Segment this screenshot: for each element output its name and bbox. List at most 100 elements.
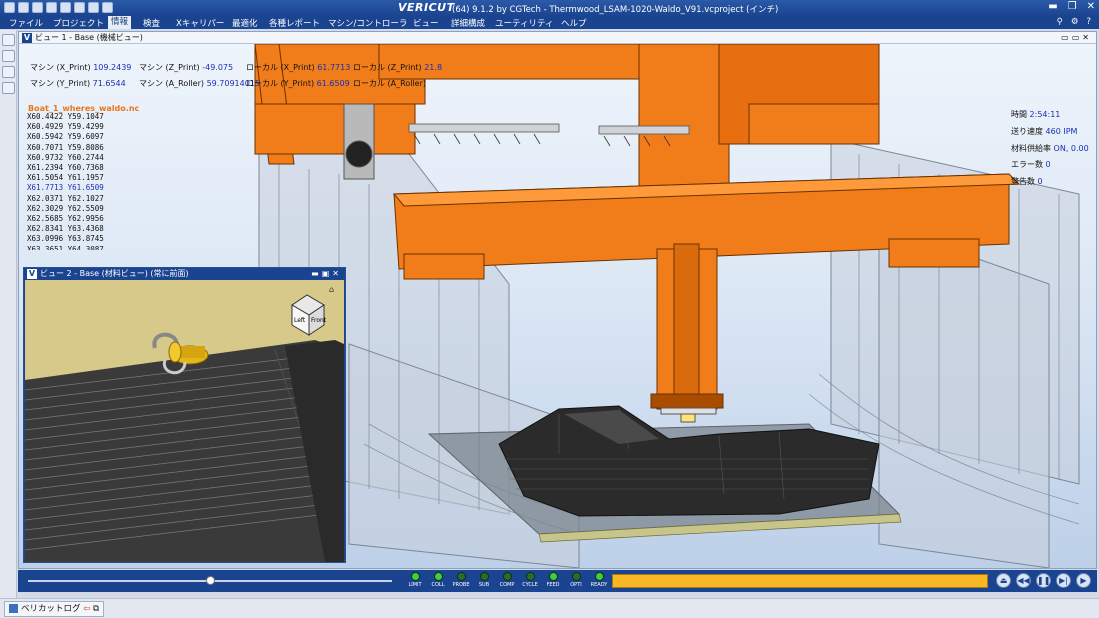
readout-x-print-label: マシン (X_Print) bbox=[30, 63, 91, 72]
led-indicator-icon bbox=[594, 572, 604, 581]
vericut-log-label: ベリカットログ bbox=[21, 604, 81, 614]
layout-icon[interactable] bbox=[60, 2, 71, 13]
app-brand: VERICUT bbox=[398, 1, 455, 14]
layers-icon[interactable] bbox=[2, 50, 15, 62]
help-icon[interactable]: ? bbox=[1086, 17, 1091, 27]
menu-view[interactable]: ビュー bbox=[410, 17, 442, 29]
nc-line[interactable]: X60.7071 Y59.8086 bbox=[25, 143, 104, 153]
info-icon[interactable] bbox=[46, 2, 57, 13]
led-ready[interactable]: READY bbox=[590, 572, 608, 588]
menu-utility[interactable]: ユーティリティ bbox=[492, 17, 556, 29]
gear-icon[interactable]: ⚙ bbox=[1071, 17, 1079, 27]
menu-optimize[interactable]: 最適化 bbox=[229, 17, 261, 29]
nc-line[interactable]: X63.0996 Y63.8745 bbox=[25, 234, 104, 244]
vericut-window: VERICUT (64) 9.1.2 by CGTech - Thermwood… bbox=[0, 0, 1099, 618]
step-back-icon[interactable]: ◀◀ bbox=[1016, 573, 1031, 588]
nc-line[interactable]: X60.5942 Y59.6097 bbox=[25, 132, 104, 142]
status-panel: 時間 2:54:11 送り速度 460 IPM 材料供給率 ON, 0.00 エ… bbox=[1011, 109, 1089, 193]
window-icon[interactable] bbox=[102, 2, 113, 13]
vericut-log-tab[interactable]: ベリカットログ ⇦ ⧉ bbox=[4, 601, 105, 617]
led-cycle[interactable]: CYCLE bbox=[521, 572, 539, 588]
view-1-header: V ビュー 1 - Base (機械ビュー) ▭▭✕ bbox=[19, 32, 1096, 44]
readout-local-y-label: ローカル (Y_Print) bbox=[246, 79, 315, 88]
log-copy-icon[interactable]: ⧉ bbox=[93, 604, 99, 614]
led-indicator-icon bbox=[433, 572, 443, 581]
led-label: PROBE bbox=[452, 582, 470, 588]
search-icon[interactable]: ⚲ bbox=[1057, 17, 1063, 27]
menu-reports[interactable]: 各種レポート bbox=[266, 17, 323, 29]
menu-configuration[interactable]: 詳細構成 bbox=[448, 17, 488, 29]
open-icon[interactable] bbox=[4, 2, 15, 13]
nc-program-listing[interactable]: X60.4422 Y59.1047 X60.4929 Y59.4299 X60.59… bbox=[25, 112, 104, 250]
nc-line[interactable]: X61.5054 Y61.1957 bbox=[25, 173, 104, 183]
save-icon[interactable] bbox=[18, 2, 29, 13]
play-icon[interactable]: ▶ bbox=[1076, 573, 1091, 588]
project-tree-icon[interactable] bbox=[2, 34, 15, 46]
view-1-window-controls: ▭▭✕ bbox=[1061, 32, 1092, 44]
maximize-icon[interactable]: ❐ bbox=[1068, 1, 1077, 12]
nc-line[interactable]: X61.7713 Y61.6509 bbox=[25, 183, 104, 193]
close-icon[interactable]: ✕ bbox=[1087, 1, 1095, 12]
navigation-cube[interactable]: Left Front bbox=[291, 294, 327, 336]
readout-local-y: ローカル (Y_Print) 61.6509 bbox=[246, 78, 350, 89]
led-opti[interactable]: OPTI bbox=[567, 572, 585, 588]
stat-material: 材料供給率 ON, 0.00 bbox=[1011, 143, 1089, 160]
status-leds: LIMIT COLL PROBE SUB COMP CYCLE FEED OPTI READY bbox=[406, 572, 608, 588]
nc-line[interactable]: X62.3029 Y62.5509 bbox=[25, 204, 104, 214]
close-icon[interactable]: ✕ bbox=[332, 269, 342, 278]
pause-icon[interactable]: ❚❚ bbox=[1036, 573, 1051, 588]
led-indicator-icon bbox=[479, 572, 489, 581]
home-icon[interactable]: ⌂ bbox=[329, 285, 334, 294]
animation-speed-knob[interactable] bbox=[206, 576, 215, 585]
readout-local-a: ローカル (A_Roller) bbox=[353, 78, 426, 89]
menu-check[interactable]: 検査 bbox=[140, 17, 163, 29]
readout-local-z: ローカル (Z_Print) 21.8 bbox=[353, 62, 442, 73]
nc-line[interactable]: X63.3651 Y64.3087 bbox=[25, 245, 104, 250]
nc-line[interactable]: X60.4929 Y59.4299 bbox=[25, 122, 104, 132]
led-feed[interactable]: FEED bbox=[544, 572, 562, 588]
restore-icon[interactable]: ▭ bbox=[1072, 33, 1083, 42]
stat-errors-label: エラー数 bbox=[1011, 160, 1043, 170]
readout-x-print: マシン (X_Print) 109.2439 bbox=[30, 62, 131, 73]
led-indicator-icon bbox=[571, 572, 581, 581]
settings-icon[interactable] bbox=[32, 2, 43, 13]
list-icon[interactable] bbox=[2, 82, 15, 94]
led-sub[interactable]: SUB bbox=[475, 572, 493, 588]
menu-xcaliper[interactable]: Xキャリパー bbox=[173, 17, 227, 29]
led-coll[interactable]: COLL bbox=[429, 572, 447, 588]
menu-machine-controller[interactable]: マシン/コントローラ bbox=[325, 17, 410, 29]
nc-line[interactable]: X61.2394 Y60.7368 bbox=[25, 163, 104, 173]
material-3d-scene[interactable]: Left Front ⌂ bbox=[25, 280, 344, 562]
led-probe[interactable]: PROBE bbox=[452, 572, 470, 588]
led-label: OPTI bbox=[570, 582, 582, 588]
minimize-icon[interactable]: ▬ bbox=[1048, 1, 1057, 12]
menu-project[interactable]: プロジェクト bbox=[50, 17, 107, 29]
readout-a-roller: マシン (A_Roller) 59.70914015 bbox=[139, 78, 260, 89]
nc-line[interactable]: X60.4422 Y59.1047 bbox=[25, 112, 104, 122]
led-limit[interactable]: LIMIT bbox=[406, 572, 424, 588]
led-label: FEED bbox=[546, 582, 560, 588]
step-forward-icon[interactable]: ▶| bbox=[1056, 573, 1071, 588]
playback-controls: ⏏ ◀◀ ❚❚ ▶| ▶ bbox=[996, 573, 1091, 588]
stat-time: 時間 2:54:11 bbox=[1011, 109, 1089, 126]
nc-line[interactable]: X62.5685 Y62.9956 bbox=[25, 214, 104, 224]
led-comp[interactable]: COMP bbox=[498, 572, 516, 588]
led-indicator-icon bbox=[456, 572, 466, 581]
nc-line[interactable]: X62.0371 Y62.1027 bbox=[25, 194, 104, 204]
menu-file[interactable]: ファイル bbox=[6, 17, 46, 29]
copy-icon[interactable] bbox=[2, 66, 15, 78]
maximize-icon[interactable]: ▣ bbox=[322, 269, 333, 278]
nc-line[interactable]: X62.8341 Y63.4368 bbox=[25, 224, 104, 234]
nc-line[interactable]: X60.9732 Y60.2744 bbox=[25, 153, 104, 163]
readout-z-print-value: -49.075 bbox=[202, 63, 234, 72]
close-icon[interactable]: ✕ bbox=[1082, 33, 1092, 42]
layout-split-icon[interactable] bbox=[74, 2, 85, 13]
rewind-to-start-icon[interactable]: ⏏ bbox=[996, 573, 1011, 588]
layout-grid-icon[interactable] bbox=[88, 2, 99, 13]
led-label: COLL bbox=[431, 582, 445, 588]
menu-help[interactable]: ヘルプ bbox=[558, 17, 590, 29]
minimize-icon[interactable]: ▭ bbox=[1061, 33, 1072, 42]
minimize-icon[interactable]: ▬ bbox=[311, 269, 322, 278]
cube-front-label: Front bbox=[311, 317, 327, 324]
menu-info[interactable]: 情報 bbox=[108, 16, 132, 29]
